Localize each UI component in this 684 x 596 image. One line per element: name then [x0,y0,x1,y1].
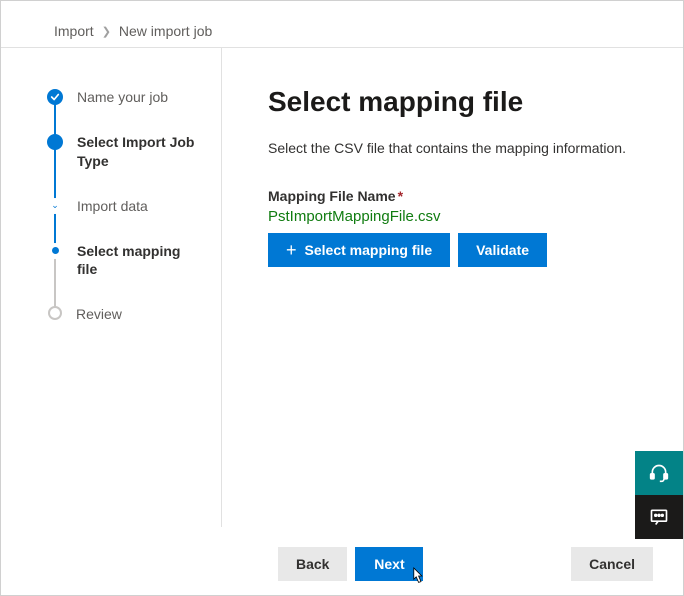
cancel-button[interactable]: Cancel [571,547,653,581]
step-label: Select mapping file [77,242,203,280]
chevron-down-icon: ⌄ [47,198,63,214]
wizard-steps-sidebar: Name your job Select Import Job Type ⌄ I… [1,47,222,527]
main-content: Select mapping file Select the CSV file … [222,47,683,527]
select-mapping-file-button[interactable]: + Select mapping file [268,233,450,267]
step-select-mapping-file[interactable]: Select mapping file [47,242,203,306]
breadcrumb-root[interactable]: Import [54,23,94,39]
breadcrumb-current: New import job [119,23,212,39]
side-action-bar [635,451,683,539]
plus-icon: + [286,241,297,259]
page-description: Select the CSV file that contains the ma… [268,138,628,158]
step-label: Select Import Job Type [77,133,203,171]
validate-button[interactable]: Validate [458,233,547,267]
step-review[interactable]: Review [47,305,203,350]
step-label: Name your job [77,88,168,107]
step-select-import-job-type[interactable]: Select Import Job Type [47,133,203,197]
back-button[interactable]: Back [278,547,347,581]
circle-icon [48,306,62,320]
step-name-your-job[interactable]: Name your job [47,88,203,133]
step-label: Import data [77,197,148,216]
required-mark: * [398,188,403,204]
chevron-right-icon: ❯ [102,25,111,38]
mapping-file-label: Mapping File Name* [268,188,653,204]
next-button[interactable]: Next [355,547,423,581]
check-icon [47,89,63,105]
current-step-icon [47,134,63,150]
page-title: Select mapping file [268,86,653,118]
step-label: Review [76,305,122,324]
help-headset-icon[interactable] [635,451,683,495]
feedback-chat-icon[interactable] [635,495,683,539]
step-import-data[interactable]: ⌄ Import data [47,197,203,242]
selected-filename: PstImportMappingFile.csv [268,208,653,225]
wizard-footer: Back Next Cancel [1,533,683,595]
dot-icon [47,243,63,259]
breadcrumb: Import ❯ New import job [1,1,683,47]
